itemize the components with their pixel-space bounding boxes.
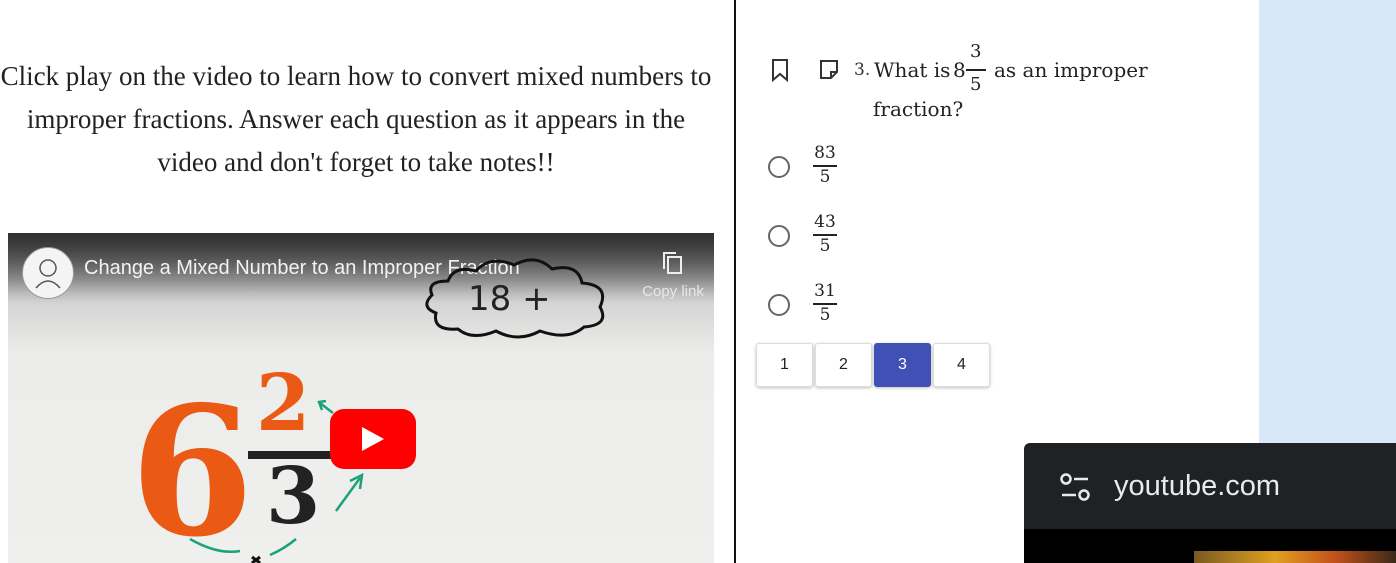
mixed-number-whole: 8	[953, 58, 966, 82]
mini-video-preview[interactable]	[1024, 529, 1396, 563]
mixed-number-numerator: 3	[970, 41, 982, 62]
left-pane: Click play on the video to learn how to …	[0, 0, 734, 563]
answer-option-1[interactable]: 83 5	[768, 143, 868, 203]
option-numerator: 31	[814, 281, 836, 301]
page-button-2[interactable]: 2	[815, 343, 872, 387]
question-text-line2: fraction?	[873, 97, 964, 121]
option-numerator: 43	[814, 212, 836, 232]
question-text-after: as an improper	[994, 58, 1148, 82]
page-button-4[interactable]: 4	[933, 343, 990, 387]
mini-player-popup[interactable]: youtube.com	[1024, 443, 1396, 563]
note-icon[interactable]	[818, 58, 840, 82]
option-denominator: 5	[819, 236, 831, 256]
pane-divider	[734, 0, 736, 563]
mini-video-thumbnail	[1194, 551, 1396, 563]
play-button[interactable]	[330, 409, 416, 469]
question-pager: 1 2 3 4	[756, 343, 992, 387]
question-text-before: What is	[874, 58, 951, 82]
radio-button[interactable]	[768, 294, 790, 316]
page-button-1[interactable]: 1	[756, 343, 813, 387]
video-embed[interactable]: Change a Mixed Number to an Improper Fra…	[8, 233, 714, 563]
mixed-number-denominator: 5	[970, 74, 982, 95]
answer-option-2[interactable]: 43 5	[768, 212, 868, 272]
page-button-3[interactable]: 3	[874, 343, 931, 387]
radio-button[interactable]	[768, 225, 790, 247]
radio-button[interactable]	[768, 156, 790, 178]
option-denominator: 5	[819, 167, 831, 187]
answer-option-3[interactable]: 31 5	[768, 281, 868, 341]
bookmark-icon[interactable]	[770, 58, 790, 82]
site-settings-icon[interactable]	[1058, 471, 1092, 505]
option-denominator: 5	[819, 305, 831, 325]
question-number: 3.	[854, 60, 871, 80]
option-numerator: 83	[814, 143, 836, 163]
site-label: youtube.com	[1114, 470, 1281, 502]
instructions-text: Click play on the video to learn how to …	[0, 61, 712, 177]
play-icon	[362, 427, 384, 451]
thumbnail-arrows	[189, 399, 364, 563]
mixed-number-bar	[966, 69, 986, 71]
